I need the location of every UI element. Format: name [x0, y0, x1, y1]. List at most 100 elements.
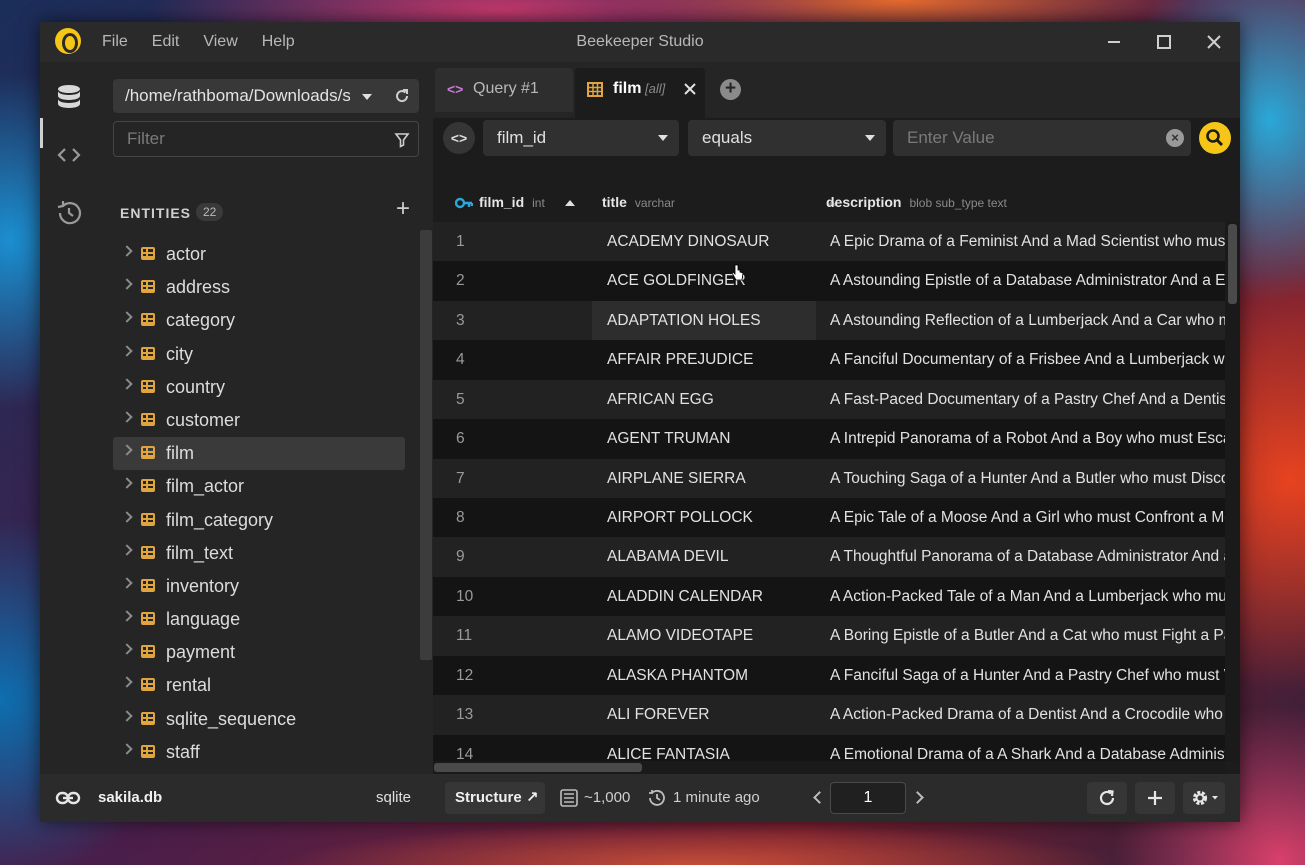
cell-film-id[interactable]: 3 — [456, 301, 586, 341]
sidebar-item-country[interactable]: country — [113, 371, 405, 404]
chevron-right-icon[interactable] — [121, 643, 133, 655]
sidebar-item-address[interactable]: address — [113, 271, 405, 304]
chevron-right-icon[interactable] — [121, 743, 133, 755]
cell-film-id[interactable]: 14 — [456, 735, 586, 761]
cell-film-id[interactable]: 9 — [456, 537, 586, 577]
scroll-thumb[interactable] — [1228, 224, 1237, 304]
cell-film-id[interactable]: 2 — [456, 261, 586, 301]
sidebar-item-film-text[interactable]: film_text — [113, 537, 405, 570]
cell-film-id[interactable]: 12 — [456, 656, 586, 696]
table-row[interactable]: 2 ACE GOLDFINGER A Astounding Epistle of a… — [433, 261, 1225, 301]
sidebar-item-rental[interactable]: rental — [113, 669, 405, 702]
cell-description[interactable]: A Epic Tale of a Moose And a Girl who mu… — [830, 498, 1225, 538]
sidebar-item-sqlite-sequence[interactable]: sqlite_sequence — [113, 703, 405, 736]
new-tab-button[interactable]: + — [720, 79, 741, 100]
sort-asc-icon[interactable] — [565, 199, 576, 206]
cell-description[interactable]: A Thoughtful Panorama of a Database Admi… — [830, 537, 1225, 577]
table-row[interactable]: 7 AIRPLANE SIERRA A Touching Saga of a Hun… — [433, 458, 1225, 499]
cell-description[interactable]: A Fanciful Documentary of a Frisbee And … — [830, 340, 1225, 380]
chevron-right-icon[interactable] — [121, 577, 133, 589]
cell-description[interactable]: A Fanciful Saga of a Hunter And a Pastry… — [830, 656, 1225, 696]
cell-title[interactable]: AGENT TRUMAN — [607, 419, 817, 459]
chevron-right-icon[interactable] — [121, 278, 133, 290]
cell-description[interactable]: A Touching Saga of a Hunter And a Butler… — [830, 459, 1225, 499]
sidebar-item-language[interactable]: language — [113, 603, 405, 636]
menu-file[interactable]: File — [102, 22, 128, 62]
scroll-thumb[interactable] — [434, 763, 642, 772]
table-row[interactable]: 5 AFRICAN EGG A Fast-Paced Documentary of … — [433, 379, 1225, 420]
cell-film-id[interactable]: 1 — [456, 222, 586, 262]
sidebar-scrollbar[interactable] — [420, 230, 432, 660]
search-button[interactable] — [1199, 122, 1231, 154]
sidebar-item-film-actor[interactable]: film_actor — [113, 470, 405, 503]
table-row[interactable]: 13 ALI FOREVER A Action-Packed Drama of a … — [433, 695, 1225, 735]
table-row[interactable]: 1 ACADEMY DINOSAUR A Epic Drama of a Femin… — [433, 222, 1225, 262]
chevron-right-icon[interactable] — [121, 676, 133, 689]
table-row[interactable]: 11 ALAMO VIDEOTAPE A Boring Epistle of a B… — [433, 616, 1225, 656]
cell-description[interactable]: A Emotional Drama of a A Shark And a Dat… — [830, 735, 1225, 761]
refresh-icon[interactable] — [393, 87, 411, 105]
table-row[interactable]: 6 AGENT TRUMAN A Intrepid Panorama of a Ro… — [433, 419, 1225, 459]
cell-description[interactable]: A Boring Epistle of a Butler And a Cat w… — [830, 616, 1225, 656]
cell-film-id[interactable]: 10 — [456, 577, 586, 617]
next-page-icon[interactable] — [911, 791, 924, 804]
sidebar-item-inventory[interactable]: inventory — [113, 570, 405, 603]
sidebar-item-city[interactable]: city — [113, 338, 405, 371]
filter-input[interactable] — [115, 123, 385, 155]
chevron-right-icon[interactable] — [121, 510, 133, 523]
grid-vertical-scrollbar[interactable] — [1225, 222, 1240, 761]
chevron-right-icon[interactable] — [121, 477, 133, 489]
cell-description[interactable]: A Astounding Reflection of a Lumberjack … — [830, 301, 1225, 341]
table-row[interactable]: 3 ADAPTATION HOLES A Astounding Reflection… — [433, 300, 1225, 341]
cell-title[interactable]: ACADEMY DINOSAUR — [607, 222, 817, 262]
code-icon[interactable] — [54, 140, 84, 170]
close-icon[interactable] — [1201, 29, 1227, 55]
chevron-right-icon[interactable] — [121, 411, 133, 423]
structure-button[interactable]: Structure ↗ — [445, 782, 545, 814]
close-tab-icon[interactable] — [684, 82, 696, 100]
sidebar-item-actor[interactable]: actor — [113, 238, 405, 271]
toggle-raw-filter-button[interactable]: <> — [443, 122, 475, 154]
sidebar-item-category[interactable]: category — [113, 304, 405, 337]
filter-operator-select[interactable]: equals — [688, 120, 886, 156]
history-icon[interactable] — [54, 198, 84, 228]
refresh-button[interactable] — [1087, 782, 1127, 814]
sidebar-item-staff[interactable]: staff — [113, 736, 405, 769]
previous-page-icon[interactable] — [813, 791, 826, 804]
cell-film-id[interactable]: 11 — [456, 616, 586, 656]
filter-value-input[interactable] — [893, 120, 1153, 156]
minimize-icon[interactable] — [1101, 29, 1127, 55]
cell-title[interactable]: ALASKA PHANTOM — [607, 656, 817, 696]
filter-column-select[interactable]: film_id — [483, 120, 679, 156]
cell-film-id[interactable]: 13 — [456, 695, 586, 735]
chevron-right-icon[interactable] — [121, 245, 133, 257]
chevron-right-icon[interactable] — [121, 344, 133, 357]
grid-horizontal-scrollbar[interactable] — [433, 761, 1225, 774]
table-row[interactable]: 9 ALABAMA DEVIL A Thoughtful Panorama of a… — [433, 537, 1225, 577]
cell-description[interactable]: A Astounding Epistle of a Database Admin… — [830, 261, 1225, 301]
cell-description[interactable]: A Fast-Paced Documentary of a Pastry Che… — [830, 380, 1225, 420]
menu-edit[interactable]: Edit — [152, 22, 180, 62]
table-row[interactable]: 14 ALICE FANTASIA A Emotional Drama of a A… — [433, 734, 1225, 761]
cell-title[interactable]: ALADDIN CALENDAR — [607, 577, 817, 617]
filter-icon[interactable] — [394, 132, 410, 153]
column-header-film-id[interactable]: film_id int — [454, 182, 576, 222]
connection-select[interactable]: /home/rathboma/Downloads/sakila.db — [113, 79, 419, 113]
database-icon[interactable] — [54, 82, 84, 112]
maximize-icon[interactable] — [1151, 29, 1177, 55]
cell-film-id[interactable]: 4 — [456, 340, 586, 380]
table-row[interactable]: 12 ALASKA PHANTOM A Fanciful Saga of a Hun… — [433, 655, 1225, 696]
table-row[interactable]: 4 AFFAIR PREJUDICE A Fanciful Documentary … — [433, 340, 1225, 380]
sidebar-item-payment[interactable]: payment — [113, 636, 405, 669]
cell-title[interactable]: ALABAMA DEVIL — [607, 537, 817, 577]
tab-query[interactable]: <> Query #1 — [435, 68, 573, 112]
column-header-title[interactable]: title varchar — [602, 182, 838, 222]
page-number-input[interactable] — [830, 782, 906, 814]
sidebar-item-customer[interactable]: customer — [113, 404, 405, 437]
cell-description[interactable]: A Action-Packed Tale of a Man And a Lumb… — [830, 577, 1225, 617]
clear-filter-icon[interactable]: × — [1166, 129, 1184, 147]
cell-title[interactable]: ALICE FANTASIA — [607, 735, 817, 761]
chevron-right-icon[interactable] — [121, 610, 133, 622]
cell-description[interactable]: A Action-Packed Drama of a Dentist And a… — [830, 695, 1225, 735]
cell-title[interactable]: ALAMO VIDEOTAPE — [607, 616, 817, 656]
